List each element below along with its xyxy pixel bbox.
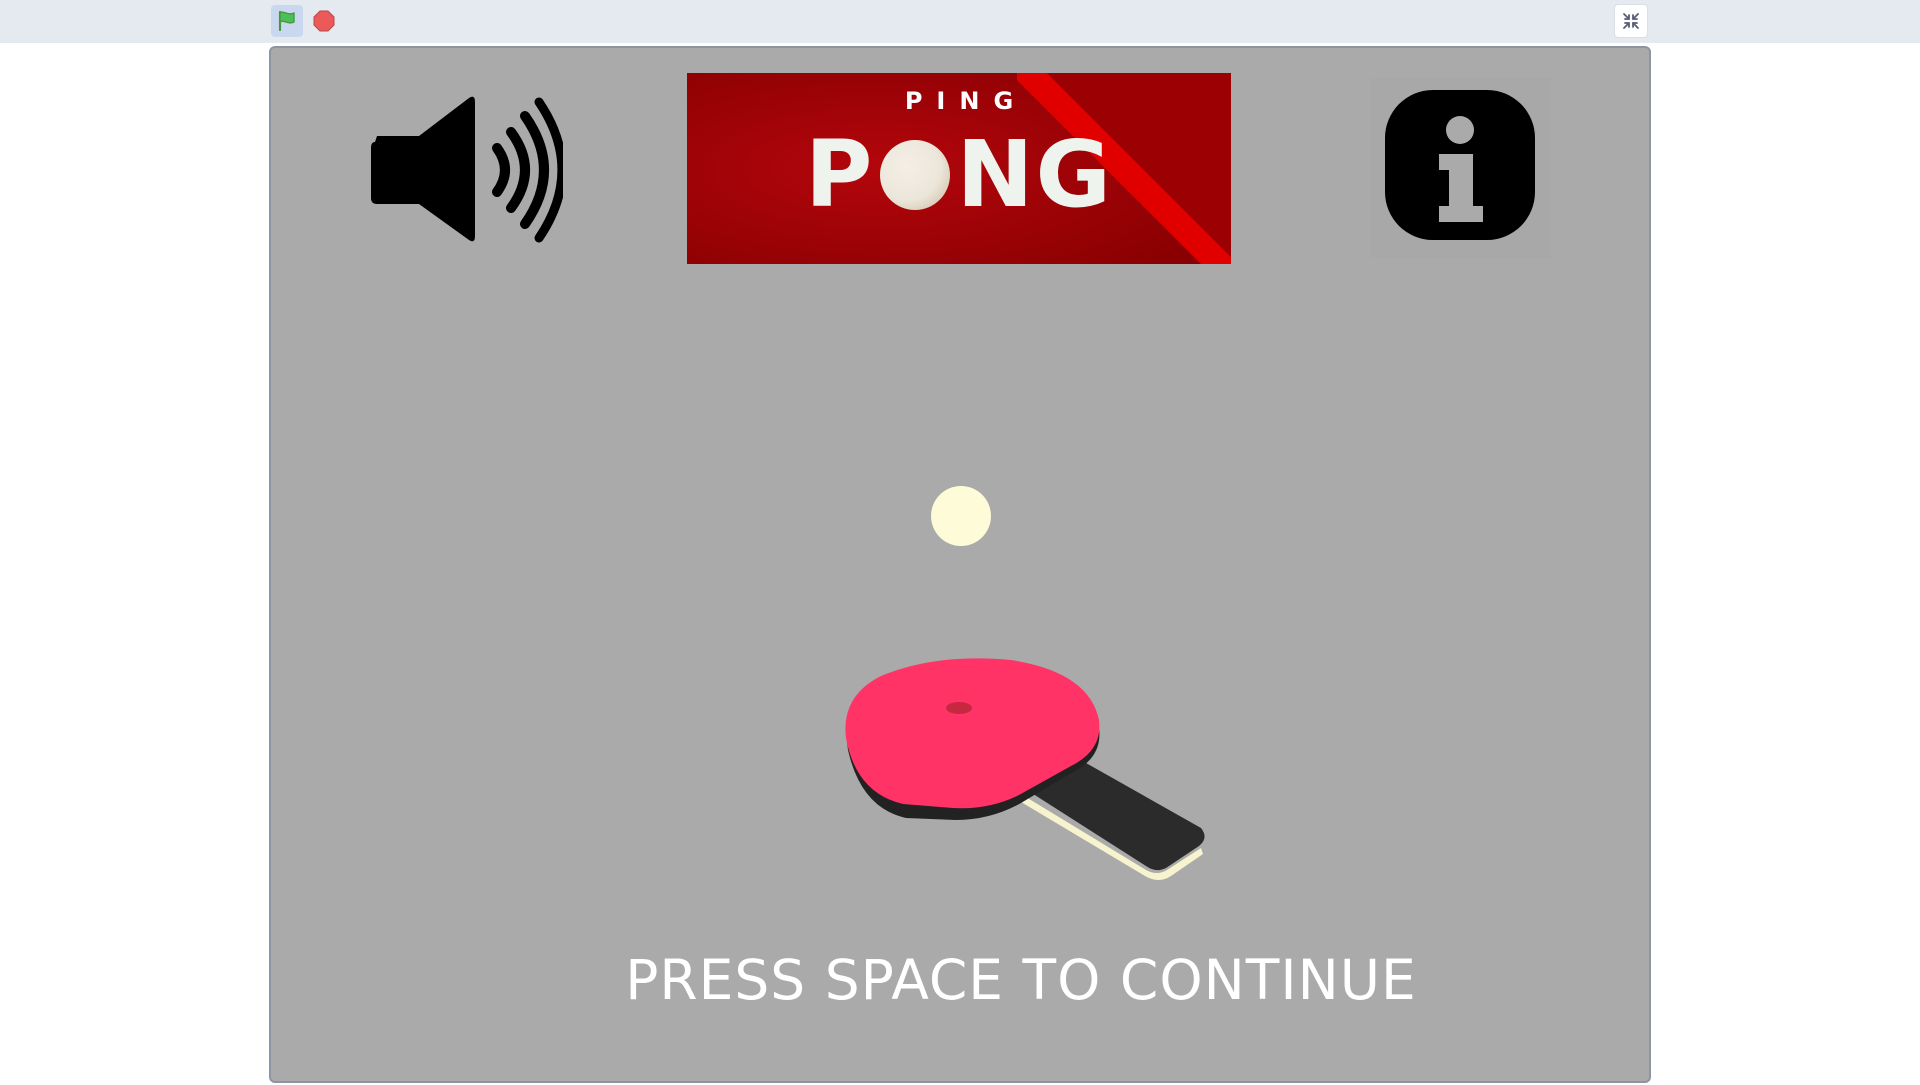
stop-button[interactable] xyxy=(308,5,340,37)
logo-ball-icon xyxy=(880,140,951,210)
ping-pong-ball xyxy=(931,486,991,546)
green-flag-icon xyxy=(278,10,295,32)
info-icon[interactable] xyxy=(1371,78,1551,258)
player-toolbar xyxy=(0,0,1920,43)
game-stage[interactable]: PING P NG PRESS SPACE TO CONTINUE xyxy=(269,46,1651,1083)
green-flag-button[interactable] xyxy=(271,5,303,37)
exit-fullscreen-button[interactable] xyxy=(1614,4,1648,38)
logo-big-text-end: NG xyxy=(956,121,1113,228)
logo-big-text: P NG xyxy=(687,125,1231,225)
ping-pong-logo[interactable]: PING P NG xyxy=(687,73,1231,264)
press-space-prompt: PRESS SPACE TO CONTINUE xyxy=(625,948,1417,1012)
stop-icon xyxy=(313,10,335,32)
logo-small-text: PING xyxy=(904,87,1028,115)
speaker-volume-icon[interactable] xyxy=(363,90,563,250)
logo-big-text-start: P xyxy=(805,121,875,228)
paddle-sprite xyxy=(845,658,1205,880)
exit-fullscreen-icon xyxy=(1623,13,1639,29)
